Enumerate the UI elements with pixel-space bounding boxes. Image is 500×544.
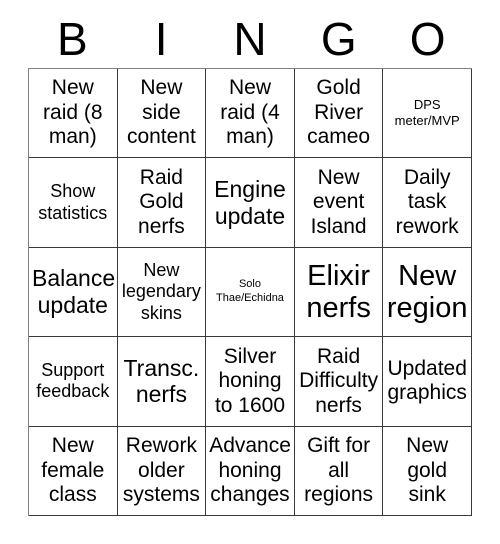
bingo-cell-r3c2[interactable]: New legendary skins [117,247,207,338]
bingo-header-letter-o: O [409,13,446,65]
bingo-cell-r4c1[interactable]: Support feedback [29,337,118,427]
bingo-cell-label: New raid (8 man) [43,76,103,149]
bingo-cell-label: Advance honing changes [209,433,291,507]
bingo-cell-r3c1[interactable]: Balance update [29,247,118,338]
bingo-cell-r2c3[interactable]: Engine update [206,158,295,248]
bingo-cell-label: Support feedback [36,360,110,402]
bingo-cell-r5c1[interactable]: New female class [29,426,118,516]
bingo-cell-r4c4[interactable]: Raid Difficulty nerfs [294,337,384,427]
bingo-cell-r1c2[interactable]: New side content [117,69,207,159]
bingo-cell-label: Transc. nerfs [123,354,200,408]
bingo-cell-label: Engine update [214,175,286,229]
bingo-header-letter-b: B [57,13,88,65]
bingo-cell-r3c5[interactable]: New region [383,247,472,338]
bingo-cell-label: Daily task rework [395,165,459,238]
bingo-cell-r3c3[interactable]: Solo Thae/Echidna [206,247,295,338]
bingo-cell-label: Elixir nerfs [306,259,371,324]
bingo-cell-label: Solo Thae/Echidna [216,278,284,304]
bingo-card: B I N G O New raid (8 man) New side conte… [0,0,500,544]
bingo-cell-r2c4[interactable]: New event Island [294,158,384,248]
bingo-cell-r5c5[interactable]: New gold sink [383,426,472,516]
bingo-cell-r1c3[interactable]: New raid (4 man) [206,69,295,159]
bingo-cell-label: New region [386,259,468,324]
bingo-cell-r3c4[interactable]: Elixir nerfs [294,247,384,338]
bingo-cell-label: Balance update [32,265,116,318]
bingo-cell-r1c1[interactable]: New raid (8 man) [29,69,118,159]
bingo-cell-label: New event Island [310,165,367,238]
bingo-cell-label: New gold sink [406,433,449,507]
bingo-cell-label: New raid (4 man) [220,76,280,149]
bingo-cell-r4c5[interactable]: Updated graphics [383,337,472,427]
bingo-cell-label: New side content [126,76,196,149]
bingo-header-letter-i: I [154,13,168,65]
bingo-cell-label: Raid Difficulty nerfs [299,344,379,417]
bingo-cell-r1c4[interactable]: Gold River cameo [294,69,384,159]
bingo-cell-r5c4[interactable]: Gift for all regions [294,426,384,516]
bingo-cell-label: Gold River cameo [307,76,371,149]
bingo-cell-r2c1[interactable]: Show statistics [29,158,118,248]
bingo-cell-label: New legendary skins [121,260,201,323]
bingo-cell-r2c2[interactable]: Raid Gold nerfs [117,158,207,248]
bingo-cell-r2c5[interactable]: Daily task rework [383,158,472,248]
bingo-cell-label: Gift for all regions [304,433,374,507]
bingo-cell-label: New female class [41,433,105,507]
bingo-cell-label: Raid Gold nerfs [138,165,185,238]
bingo-cell-r5c3[interactable]: Advance honing changes [206,426,295,516]
bingo-cell-r4c2[interactable]: Transc. nerfs [117,337,207,427]
bingo-cell-r4c3[interactable]: Silver honing to 1600 [206,337,295,427]
bingo-header-letter-g: G [320,13,357,65]
bingo-grid: New raid (8 man) New side content New raid… [28,68,472,516]
bingo-cell-r5c2[interactable]: Rework older systems [117,426,207,516]
bingo-header-letter-n: N [233,13,267,65]
bingo-cell-label: Show statistics [38,181,108,223]
bingo-cell-r1c5[interactable]: DPS meter/MVP [383,69,472,159]
bingo-header-row: B I N G O [28,10,472,68]
bingo-cell-label: Updated graphics [387,356,467,405]
bingo-cell-label: DPS meter/MVP [394,97,460,129]
bingo-cell-label: Silver honing to 1600 [214,344,286,417]
bingo-cell-label: Rework older systems [122,433,200,507]
